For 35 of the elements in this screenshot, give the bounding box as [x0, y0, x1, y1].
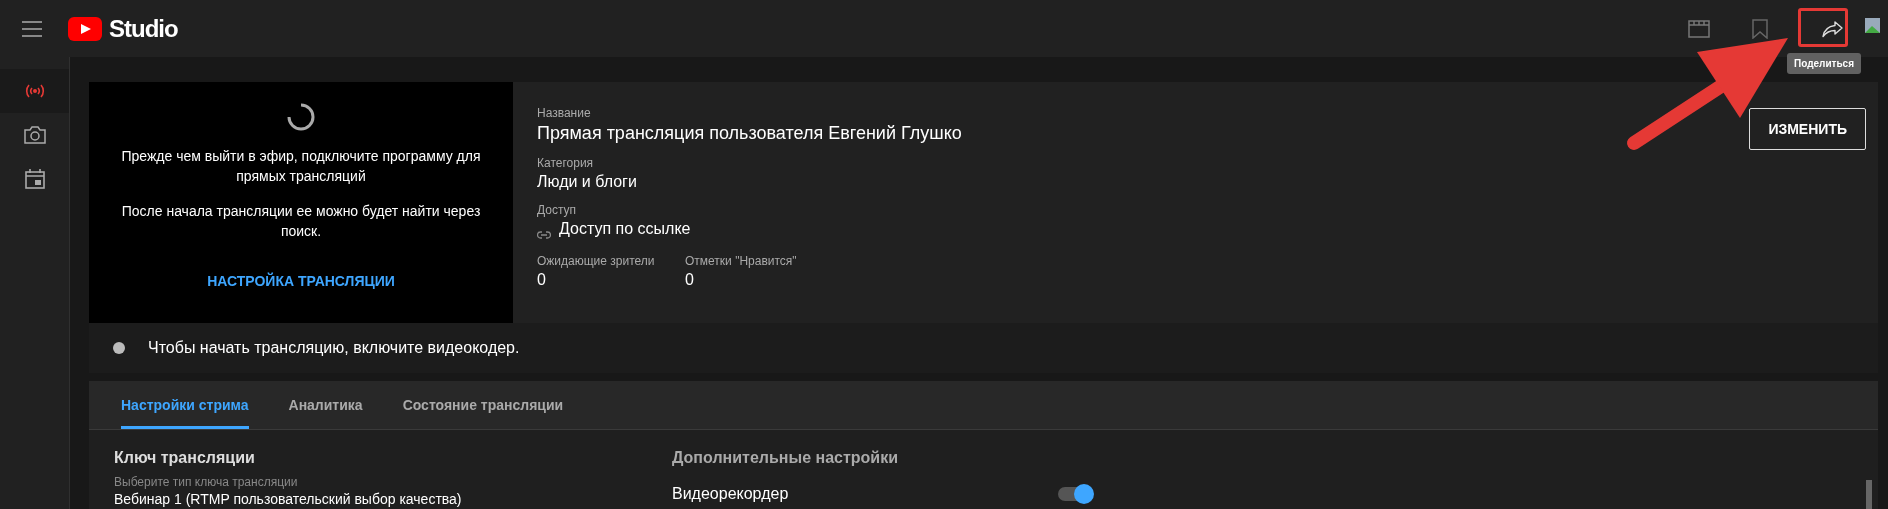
field-label: Выберите тип ключа трансляции	[114, 475, 298, 489]
tab[interactable]: Состояние трансляции	[402, 381, 564, 429]
clapperboard-icon[interactable]	[1688, 19, 1710, 38]
sidebar-item[interactable]	[0, 69, 69, 113]
stat-label: Отметки "Нравится"	[685, 254, 797, 268]
status-dot-icon	[113, 342, 125, 354]
section-heading: Ключ трансляции	[114, 449, 255, 467]
stat-value: 0	[537, 271, 546, 289]
highlight-frame	[1798, 8, 1848, 47]
logo-text: Studio	[109, 14, 178, 43]
stat-label: Ожидающие зрители	[537, 254, 655, 268]
preview-message: Прежде чем выйти в эфир, подключите программу для прямых трансляций	[120, 147, 482, 186]
status-message: Чтобы начать трансляцию, включите видеокодер.	[148, 339, 520, 357]
edit-button[interactable]: ИЗМЕНИТЬ	[1749, 108, 1866, 150]
stream-key-select[interactable]: Вебинар 1 (RTMP пользовательский выбор качества)	[114, 491, 462, 507]
tooltip: Поделиться	[1787, 53, 1861, 74]
bookmark-icon[interactable]	[1752, 18, 1768, 39]
field-label: Название	[537, 106, 591, 120]
access-value: Доступ по ссылке	[559, 220, 691, 238]
stream-title: Прямая трансляция пользователя Евгений Глушко	[537, 123, 962, 144]
preview-message: После начала трансляции ее можно будет найти через поиск.	[120, 202, 482, 241]
stat-value: 0	[685, 271, 694, 289]
section-heading: Дополнительные настройки	[672, 449, 898, 467]
link-icon	[537, 231, 551, 239]
camera-icon	[23, 126, 46, 144]
stream-setup-link[interactable]: НАСТРОЙКА ТРАНСЛЯЦИИ	[207, 273, 395, 289]
category-value: Люди и блоги	[537, 173, 637, 191]
toggle-switch[interactable]	[1058, 487, 1092, 501]
setting-label: Видеорекордер	[672, 485, 789, 503]
loading-spinner-icon	[286, 102, 316, 132]
tab[interactable]: Аналитика	[288, 381, 363, 429]
play-logo-icon	[68, 16, 102, 41]
field-label: Доступ	[537, 203, 577, 217]
calendar-icon	[24, 169, 45, 189]
field-label: Категория	[537, 156, 594, 170]
